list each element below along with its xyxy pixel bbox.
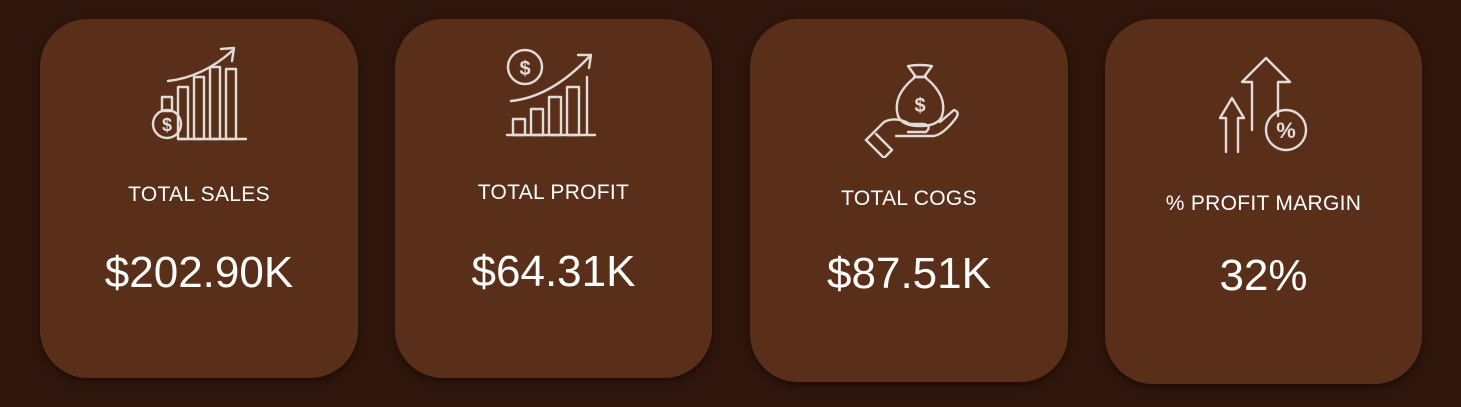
card-value: $202.90K [104,248,294,297]
svg-text:%: % [1276,118,1296,143]
card-label: TOTAL PROFIT [477,181,630,204]
card-label: % PROFIT MARGIN [1165,192,1362,215]
card-label: TOTAL SALES [128,183,270,206]
kpi-card-profit-margin: % % PROFIT MARGIN 32% [1105,19,1422,384]
kpi-card-total-cogs: $ TOTAL COGS $87.51K [750,19,1068,382]
kpi-card-total-sales: $ TOTAL SALES $202.90K [40,19,358,378]
percent-arrows-up-icon: % [1218,54,1314,154]
money-bag-hand-icon: $ [862,62,962,158]
card-value: $87.51K [827,249,991,298]
sales-growth-chart-icon: $ [148,45,253,145]
profit-growth-chart-icon: $ [503,47,601,141]
svg-text:$: $ [519,58,530,80]
card-value: $64.31K [471,247,636,296]
svg-text:$: $ [914,95,925,117]
kpi-card-total-profit: $ TOTAL PROFIT $64.31K [395,19,712,378]
svg-text:$: $ [162,115,172,135]
card-value: 32% [1219,251,1308,300]
card-label: TOTAL COGS [841,187,977,210]
